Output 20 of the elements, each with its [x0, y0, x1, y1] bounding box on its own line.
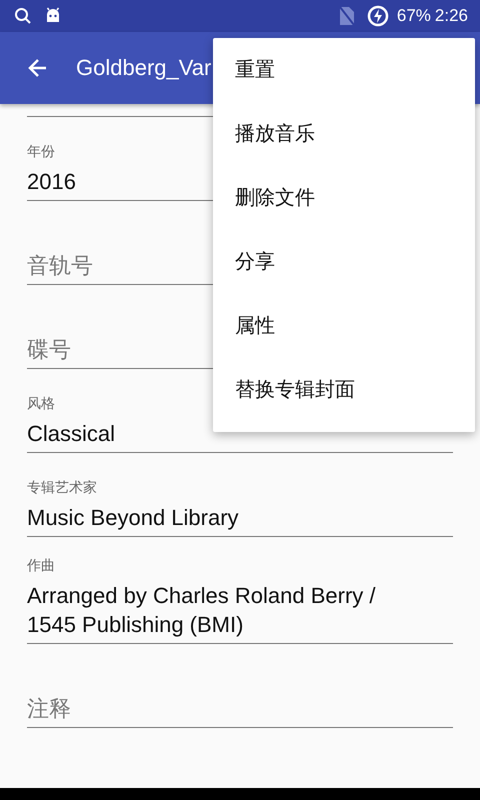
field-label: 作曲	[27, 557, 56, 575]
text-field[interactable]: Arranged by Charles Roland Berry / 1545 Publishing (BMI)	[27, 581, 417, 639]
text-field[interactable]: Music Beyond Library	[27, 503, 417, 532]
menu-item[interactable]: 重置	[213, 43, 475, 107]
battery-charging-icon	[366, 5, 389, 27]
menu-item[interactable]: 删除文件	[213, 171, 475, 235]
robot-icon	[44, 7, 62, 25]
field-label: 专辑艺术家	[27, 479, 98, 497]
search-icon	[14, 7, 32, 25]
field-label: 年份	[27, 143, 56, 161]
toolbar-title: Goldberg_Var	[76, 55, 212, 81]
menu-item[interactable]: 替换专辑封面	[213, 363, 475, 427]
text-field[interactable]: 注释	[27, 694, 417, 723]
clock-time: 2:26	[434, 6, 468, 26]
no-sim-icon	[338, 6, 355, 26]
menu-item[interactable]: 属性	[213, 299, 475, 363]
menu-item[interactable]: 播放音乐	[213, 107, 475, 171]
field-label: 风格	[27, 395, 56, 413]
menu-item[interactable]: 分享	[213, 235, 475, 299]
battery-level: 67%	[396, 6, 431, 26]
